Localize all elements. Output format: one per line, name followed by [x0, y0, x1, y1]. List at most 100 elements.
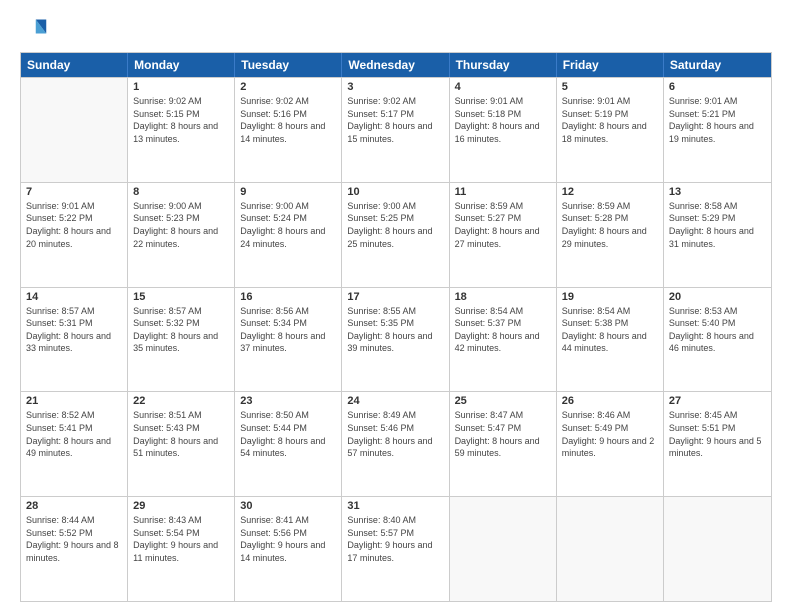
calendar-cell-21: 21 Sunrise: 8:52 AM Sunset: 5:41 PM Dayli… — [21, 392, 128, 496]
cell-info: Sunrise: 8:58 AM Sunset: 5:29 PM Dayligh… — [669, 200, 766, 250]
day-number: 2 — [240, 81, 336, 93]
calendar-cell-10: 10 Sunrise: 9:00 AM Sunset: 5:25 PM Dayli… — [342, 183, 449, 287]
cell-info: Sunrise: 9:00 AM Sunset: 5:25 PM Dayligh… — [347, 200, 443, 250]
calendar-cell-17: 17 Sunrise: 8:55 AM Sunset: 5:35 PM Dayli… — [342, 288, 449, 392]
calendar-cell-5: 5 Sunrise: 9:01 AM Sunset: 5:19 PM Daylig… — [557, 78, 664, 182]
cell-info: Sunrise: 8:59 AM Sunset: 5:28 PM Dayligh… — [562, 200, 658, 250]
day-number: 4 — [455, 81, 551, 93]
cell-info: Sunrise: 8:49 AM Sunset: 5:46 PM Dayligh… — [347, 409, 443, 459]
calendar-cell-27: 27 Sunrise: 8:45 AM Sunset: 5:51 PM Dayli… — [664, 392, 771, 496]
day-number: 10 — [347, 186, 443, 198]
weekday-header-tuesday: Tuesday — [235, 53, 342, 77]
calendar-cell-empty — [450, 497, 557, 601]
calendar-cell-18: 18 Sunrise: 8:54 AM Sunset: 5:37 PM Dayli… — [450, 288, 557, 392]
cell-info: Sunrise: 8:44 AM Sunset: 5:52 PM Dayligh… — [26, 514, 122, 564]
day-number: 25 — [455, 395, 551, 407]
cell-info: Sunrise: 9:01 AM Sunset: 5:18 PM Dayligh… — [455, 95, 551, 145]
cell-info: Sunrise: 9:01 AM Sunset: 5:22 PM Dayligh… — [26, 200, 122, 250]
cell-info: Sunrise: 8:54 AM Sunset: 5:38 PM Dayligh… — [562, 305, 658, 355]
cell-info: Sunrise: 8:50 AM Sunset: 5:44 PM Dayligh… — [240, 409, 336, 459]
calendar-row-4: 28Sunrise: 8:44 AM Sunset: 5:52 PM Dayli… — [21, 496, 771, 601]
day-number: 8 — [133, 186, 229, 198]
calendar-body: 1Sunrise: 9:02 AM Sunset: 5:15 PM Daylig… — [21, 77, 771, 601]
calendar-cell-6: 6 Sunrise: 9:01 AM Sunset: 5:21 PM Daylig… — [664, 78, 771, 182]
cell-info: Sunrise: 8:41 AM Sunset: 5:56 PM Dayligh… — [240, 514, 336, 564]
day-number: 29 — [133, 500, 229, 512]
day-number: 17 — [347, 291, 443, 303]
cell-info: Sunrise: 8:56 AM Sunset: 5:34 PM Dayligh… — [240, 305, 336, 355]
cell-info: Sunrise: 9:01 AM Sunset: 5:19 PM Dayligh… — [562, 95, 658, 145]
day-number: 18 — [455, 291, 551, 303]
day-number: 3 — [347, 81, 443, 93]
calendar-cell-22: 22 Sunrise: 8:51 AM Sunset: 5:43 PM Dayli… — [128, 392, 235, 496]
day-number: 6 — [669, 81, 766, 93]
day-number: 9 — [240, 186, 336, 198]
calendar-row-1: 7 Sunrise: 9:01 AM Sunset: 5:22 PM Daylig… — [21, 182, 771, 287]
weekday-header-monday: Monday — [128, 53, 235, 77]
calendar-page: SundayMondayTuesdayWednesdayThursdayFrid… — [0, 0, 792, 612]
weekday-header-sunday: Sunday — [21, 53, 128, 77]
cell-info: Sunrise: 8:59 AM Sunset: 5:27 PM Dayligh… — [455, 200, 551, 250]
day-number: 30 — [240, 500, 336, 512]
day-number: 24 — [347, 395, 443, 407]
cell-info: Sunrise: 9:01 AM Sunset: 5:21 PM Dayligh… — [669, 95, 766, 145]
weekday-header-thursday: Thursday — [450, 53, 557, 77]
calendar-cell-19: 19 Sunrise: 8:54 AM Sunset: 5:38 PM Dayli… — [557, 288, 664, 392]
cell-info: Sunrise: 9:00 AM Sunset: 5:24 PM Dayligh… — [240, 200, 336, 250]
day-number: 7 — [26, 186, 122, 198]
day-number: 22 — [133, 395, 229, 407]
day-number: 27 — [669, 395, 766, 407]
calendar-cell-9: 9 Sunrise: 9:00 AM Sunset: 5:24 PM Daylig… — [235, 183, 342, 287]
day-number: 1 — [133, 81, 229, 93]
cell-info: Sunrise: 8:45 AM Sunset: 5:51 PM Dayligh… — [669, 409, 766, 459]
calendar-cell-16: 16 Sunrise: 8:56 AM Sunset: 5:34 PM Dayli… — [235, 288, 342, 392]
calendar-cell-23: 23 Sunrise: 8:50 AM Sunset: 5:44 PM Dayli… — [235, 392, 342, 496]
cell-info: Sunrise: 8:40 AM Sunset: 5:57 PM Dayligh… — [347, 514, 443, 564]
day-number: 14 — [26, 291, 122, 303]
calendar-cell-7: 7 Sunrise: 9:01 AM Sunset: 5:22 PM Daylig… — [21, 183, 128, 287]
weekday-header-friday: Friday — [557, 53, 664, 77]
logo — [20, 16, 50, 44]
day-number: 16 — [240, 291, 336, 303]
day-number: 11 — [455, 186, 551, 198]
cell-info: Sunrise: 8:57 AM Sunset: 5:31 PM Dayligh… — [26, 305, 122, 355]
day-number: 21 — [26, 395, 122, 407]
day-number: 23 — [240, 395, 336, 407]
calendar-cell-13: 13 Sunrise: 8:58 AM Sunset: 5:29 PM Dayli… — [664, 183, 771, 287]
cell-info: Sunrise: 8:43 AM Sunset: 5:54 PM Dayligh… — [133, 514, 229, 564]
calendar-cell-11: 11 Sunrise: 8:59 AM Sunset: 5:27 PM Dayli… — [450, 183, 557, 287]
day-number: 26 — [562, 395, 658, 407]
calendar-cell-29: 29 Sunrise: 8:43 AM Sunset: 5:54 PM Dayli… — [128, 497, 235, 601]
weekday-header-wednesday: Wednesday — [342, 53, 449, 77]
day-number: 15 — [133, 291, 229, 303]
cell-info: Sunrise: 8:51 AM Sunset: 5:43 PM Dayligh… — [133, 409, 229, 459]
calendar-cell-14: 14 Sunrise: 8:57 AM Sunset: 5:31 PM Dayli… — [21, 288, 128, 392]
calendar-cell-24: 24 Sunrise: 8:49 AM Sunset: 5:46 PM Dayli… — [342, 392, 449, 496]
cell-info: Sunrise: 9:02 AM Sunset: 5:16 PM Dayligh… — [240, 95, 336, 145]
cell-info: Sunrise: 8:52 AM Sunset: 5:41 PM Dayligh… — [26, 409, 122, 459]
calendar-cell-20: 20Sunrise: 8:53 AM Sunset: 5:40 PM Dayli… — [664, 288, 771, 392]
page-header — [20, 16, 772, 44]
cell-info: Sunrise: 8:54 AM Sunset: 5:37 PM Dayligh… — [455, 305, 551, 355]
logo-icon — [20, 16, 48, 44]
calendar: SundayMondayTuesdayWednesdayThursdayFrid… — [20, 52, 772, 602]
calendar-cell-3: 3Sunrise: 9:02 AM Sunset: 5:17 PM Daylig… — [342, 78, 449, 182]
weekday-header-saturday: Saturday — [664, 53, 771, 77]
day-number: 13 — [669, 186, 766, 198]
day-number: 5 — [562, 81, 658, 93]
cell-info: Sunrise: 8:55 AM Sunset: 5:35 PM Dayligh… — [347, 305, 443, 355]
day-number: 12 — [562, 186, 658, 198]
calendar-row-3: 21 Sunrise: 8:52 AM Sunset: 5:41 PM Dayli… — [21, 391, 771, 496]
cell-info: Sunrise: 8:57 AM Sunset: 5:32 PM Dayligh… — [133, 305, 229, 355]
day-number: 19 — [562, 291, 658, 303]
cell-info: Sunrise: 8:53 AM Sunset: 5:40 PM Dayligh… — [669, 305, 766, 355]
day-number: 31 — [347, 500, 443, 512]
calendar-cell-15: 15 Sunrise: 8:57 AM Sunset: 5:32 PM Dayli… — [128, 288, 235, 392]
calendar-cell-4: 4 Sunrise: 9:01 AM Sunset: 5:18 PM Daylig… — [450, 78, 557, 182]
cell-info: Sunrise: 9:00 AM Sunset: 5:23 PM Dayligh… — [133, 200, 229, 250]
calendar-cell-25: 25Sunrise: 8:47 AM Sunset: 5:47 PM Dayli… — [450, 392, 557, 496]
calendar-row-2: 14 Sunrise: 8:57 AM Sunset: 5:31 PM Dayli… — [21, 287, 771, 392]
calendar-cell-30: 30 Sunrise: 8:41 AM Sunset: 5:56 PM Dayli… — [235, 497, 342, 601]
calendar-header: SundayMondayTuesdayWednesdayThursdayFrid… — [21, 53, 771, 77]
cell-info: Sunrise: 8:46 AM Sunset: 5:49 PM Dayligh… — [562, 409, 658, 459]
